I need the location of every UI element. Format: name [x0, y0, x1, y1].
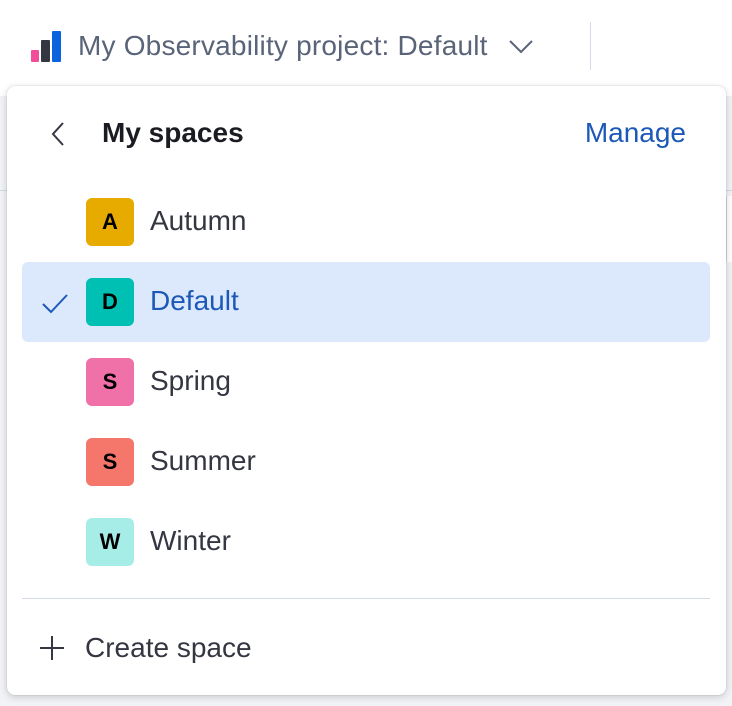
space-avatar: S — [86, 358, 134, 406]
background-panel-edge — [726, 196, 732, 262]
space-list: A Autumn D Default S Spring S Summer W Winter — [22, 182, 710, 582]
arrow-left-icon — [51, 122, 64, 146]
space-item-summer[interactable]: S Summer — [22, 422, 710, 502]
space-item-default[interactable]: D Default — [22, 262, 710, 342]
create-space-label: Create space — [85, 632, 252, 663]
space-label: Autumn — [150, 205, 247, 236]
space-avatar: S — [86, 438, 134, 486]
spaces-popover: My spaces Manage A Autumn D Default S Spring S… — [7, 86, 726, 695]
space-avatar: A — [86, 198, 134, 246]
chevron-down-icon — [508, 40, 533, 54]
plus-icon — [40, 636, 64, 660]
space-label: Winter — [150, 525, 231, 556]
space-label: Summer — [150, 445, 256, 476]
check-icon — [42, 294, 68, 314]
space-avatar: W — [86, 518, 134, 566]
back-button[interactable] — [41, 116, 77, 152]
create-space-button[interactable]: Create space — [37, 624, 252, 672]
project-title: My Observability project: Default — [78, 30, 488, 61]
space-label: Spring — [150, 365, 231, 396]
topbar-divider — [590, 22, 591, 70]
space-item-spring[interactable]: S Spring — [22, 342, 710, 422]
top-bar: My Observability project: Default — [0, 0, 732, 96]
project-switcher-button[interactable]: My Observability project: Default — [28, 22, 536, 70]
space-item-winter[interactable]: W Winter — [22, 502, 710, 582]
space-item-autumn[interactable]: A Autumn — [22, 182, 710, 262]
observability-logo-icon — [31, 31, 61, 62]
space-label: Default — [150, 285, 239, 316]
list-divider — [22, 598, 710, 599]
popover-title: My spaces — [102, 117, 244, 148]
manage-link[interactable]: Manage — [585, 117, 686, 149]
popover-header: My spaces Manage — [7, 86, 726, 182]
space-avatar: D — [86, 278, 134, 326]
